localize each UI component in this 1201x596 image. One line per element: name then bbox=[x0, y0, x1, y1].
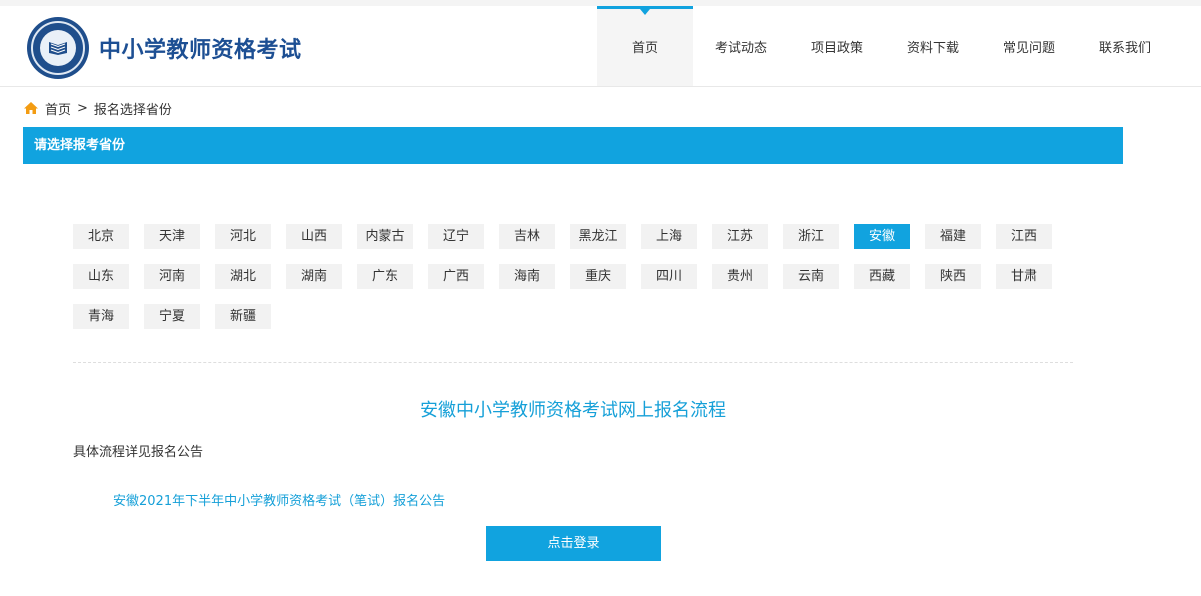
province-button[interactable]: 云南 bbox=[783, 264, 839, 289]
province-button[interactable]: 河南 bbox=[144, 264, 200, 289]
breadcrumb-current: 报名选择省份 bbox=[93, 102, 172, 118]
province-button[interactable]: 安徽 bbox=[854, 224, 910, 249]
province-button[interactable]: 河北 bbox=[215, 224, 271, 249]
province-button[interactable]: 山东 bbox=[73, 264, 129, 289]
province-button[interactable]: 海南 bbox=[499, 264, 555, 289]
province-button[interactable]: 甘肃 bbox=[996, 264, 1052, 289]
province-button[interactable]: 江苏 bbox=[712, 224, 768, 249]
nav-item[interactable]: 首页 bbox=[597, 6, 693, 86]
flow-title: 安徽中小学教师资格考试网上报名流程 bbox=[420, 400, 726, 421]
site-logo bbox=[27, 17, 89, 79]
province-button[interactable]: 吉林 bbox=[499, 224, 555, 249]
nav-item[interactable]: 常见问题 bbox=[981, 6, 1077, 86]
flow-description: 具体流程详见报名公告 bbox=[73, 445, 204, 460]
province-button[interactable]: 新疆 bbox=[215, 304, 271, 329]
province-button[interactable]: 广西 bbox=[428, 264, 484, 289]
book-icon bbox=[49, 42, 67, 55]
site-header: 中小学教师资格考试 首页 考试动态 项目政策 资料下载 常见问题 联系我们 bbox=[0, 6, 1201, 87]
home-icon bbox=[24, 102, 38, 114]
province-button[interactable]: 山西 bbox=[286, 224, 342, 249]
nav-item[interactable]: 项目政策 bbox=[789, 6, 885, 86]
province-button[interactable]: 湖北 bbox=[215, 264, 271, 289]
notice-link[interactable]: 安徽2021年下半年中小学教师资格考试（笔试）报名公告 bbox=[113, 490, 445, 509]
nav-item[interactable]: 资料下载 bbox=[885, 6, 981, 86]
province-button[interactable]: 陕西 bbox=[925, 264, 981, 289]
province-button[interactable]: 江西 bbox=[996, 224, 1052, 249]
nav-item[interactable]: 考试动态 bbox=[693, 6, 789, 86]
province-button[interactable]: 西藏 bbox=[854, 264, 910, 289]
divider bbox=[73, 362, 1073, 363]
section-header: 请选择报考省份 bbox=[23, 127, 1123, 164]
province-button[interactable]: 内蒙古 bbox=[357, 224, 413, 249]
province-button[interactable]: 福建 bbox=[925, 224, 981, 249]
province-button[interactable]: 辽宁 bbox=[428, 224, 484, 249]
login-button[interactable]: 点击登录 bbox=[486, 526, 661, 561]
province-button[interactable]: 四川 bbox=[641, 264, 697, 289]
province-button[interactable]: 上海 bbox=[641, 224, 697, 249]
province-button[interactable]: 重庆 bbox=[570, 264, 626, 289]
province-button[interactable]: 湖南 bbox=[286, 264, 342, 289]
nav-item[interactable]: 联系我们 bbox=[1077, 6, 1173, 86]
province-button[interactable]: 青海 bbox=[73, 304, 129, 329]
breadcrumb-home-link[interactable]: 首页 bbox=[45, 99, 71, 118]
province-button[interactable]: 天津 bbox=[144, 224, 200, 249]
site-title: 中小学教师资格考试 bbox=[99, 38, 302, 63]
province-button[interactable]: 浙江 bbox=[783, 224, 839, 249]
province-button[interactable]: 宁夏 bbox=[144, 304, 200, 329]
breadcrumb-separator: > bbox=[77, 100, 88, 116]
breadcrumb: 首页 > 报名选择省份 bbox=[23, 98, 172, 118]
section-title: 请选择报考省份 bbox=[34, 138, 126, 153]
province-button[interactable]: 贵州 bbox=[712, 264, 768, 289]
province-button[interactable]: 北京 bbox=[73, 224, 129, 249]
province-button[interactable]: 广东 bbox=[357, 264, 413, 289]
province-button[interactable]: 黑龙江 bbox=[570, 224, 626, 249]
main-nav: 首页 考试动态 项目政策 资料下载 常见问题 联系我们 bbox=[597, 6, 1173, 86]
